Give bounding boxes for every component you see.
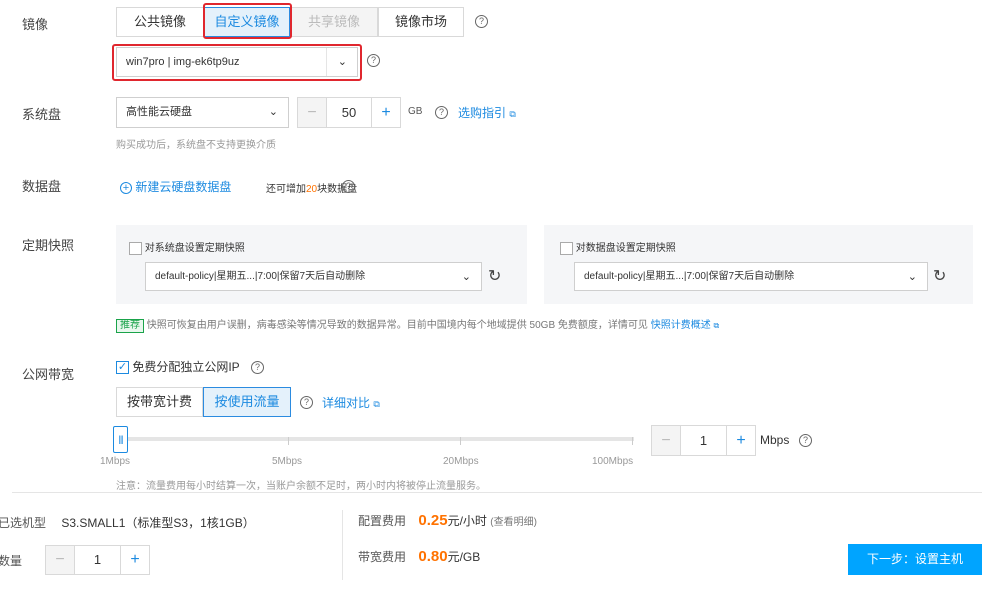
quantity-label: 数量 [0,554,23,568]
footer-column-divider [342,510,343,580]
bandwidth-fee: 带宽费用 0.80元/GB [358,548,480,565]
decrement-button[interactable]: − [46,546,75,574]
slider-tick-label: 20Mbps [443,456,479,467]
bandwidth-label: 公网带宽 [22,367,75,382]
system-snapshot-checkbox-label: 对系统盘设置定期快照 [144,243,245,254]
refresh-icon[interactable]: ↻ [933,266,946,286]
system-disk-type-value: 高性能云硬盘 [126,106,192,118]
highlight-box-image-select [112,44,362,81]
bandwidth-slider-track[interactable] [116,437,634,441]
config-fee-price: 0.25 [418,512,448,529]
system-snapshot-checkbox-row[interactable]: 对系统盘设置定期快照 [129,239,245,255]
system-snapshot-checkbox[interactable] [129,241,142,255]
tab-shared-image[interactable]: 共享镜像 [290,7,378,37]
help-icon[interactable]: ? [251,361,264,374]
help-icon[interactable]: ? [342,180,355,193]
slider-tick-mark [460,437,461,445]
refresh-icon[interactable]: ↻ [488,266,501,286]
bandwidth-fee-price: 0.80 [418,548,448,565]
recommend-text: 快照可恢复由用户误删，病毒感染等情况导致的数据异常。目前中国境内每个地域提供 5… [146,320,648,331]
decrement-button[interactable]: − [652,426,681,455]
free-ip-checkbox[interactable]: ✓ [116,361,129,375]
snapshot-billing-link-label: 快照计费概述 [650,320,711,331]
bandwidth-stepper[interactable]: − 1 + [651,425,756,456]
config-fee-detail-link[interactable]: (查看明细) [490,517,537,528]
bandwidth-fee-unit: 元/GB [447,550,481,564]
snapshot-billing-link[interactable]: 快照计费概述 ⧉ [651,320,720,331]
tab-image-market[interactable]: 镜像市场 [378,7,464,37]
config-fee: 配置费用 0.25元/小时 (查看明细) [358,512,537,529]
bandwidth-value[interactable]: 1 [681,426,726,455]
help-icon[interactable]: ? [799,434,812,447]
highlight-box-custom-image [203,3,292,39]
external-link-icon: ⧉ [509,109,516,119]
add-data-disk-label: 新建云硬盘数据盘 [135,180,232,194]
selected-model-value: S3.SMALL1（标准型S3，1核1GB） [61,516,255,530]
help-icon[interactable]: ? [475,15,488,28]
remaining-count: 20 [306,184,318,195]
external-link-icon: ⧉ [373,399,380,409]
data-snapshot-policy-value: default-policy|星期五...|7:00|保留7天后自动删除 [584,271,795,282]
free-ip-checkbox-row[interactable]: ✓ 免费分配独立公网IP [116,358,240,375]
increment-button[interactable]: + [371,98,400,127]
chevron-down-icon: ⌄ [268,106,278,118]
next-step-button[interactable]: 下一步：设置主机 [848,544,982,575]
selected-model: 已选机型 S3.SMALL1（标准型S3，1核1GB） [0,514,338,531]
purchase-guide-link[interactable]: 选购指引 ⧉ [458,104,516,121]
increment-button[interactable]: + [120,546,149,574]
tab-billing-by-bandwidth[interactable]: 按带宽计费 [116,387,203,417]
data-snapshot-policy-select[interactable]: default-policy|星期五...|7:00|保留7天后自动删除 ⌄ [574,262,928,291]
footer-divider [12,492,982,493]
increment-button[interactable]: + [726,426,755,455]
free-ip-label: 免费分配独立公网IP [132,360,240,374]
slider-tick-mark [632,437,633,445]
slider-tick-mark [288,437,289,445]
chevron-down-icon: ⌄ [907,271,917,283]
data-snapshot-checkbox-row[interactable]: 对数据盘设置定期快照 [560,239,676,255]
data-snapshot-checkbox[interactable] [560,241,573,255]
snapshot-label: 定期快照 [22,238,75,253]
remaining-prefix: 还可增加 [266,184,306,195]
system-disk-unit: GB [408,106,423,117]
add-data-disk-link[interactable]: + 新建云硬盘数据盘 [120,178,231,195]
image-label: 镜像 [22,17,49,32]
snapshot-recommendation: 推荐 快照可恢复由用户误删，病毒感染等情况导致的数据异常。目前中国境内每个地域提… [116,316,719,333]
slider-tick-label: 5Mbps [272,456,303,467]
slider-tick-label: 100Mbps [592,456,634,467]
data-snapshot-panel: 对数据盘设置定期快照 default-policy|星期五...|7:00|保留… [544,225,973,304]
system-snapshot-policy-select[interactable]: default-policy|星期五...|7:00|保留7天后自动删除 ⌄ [145,262,482,291]
help-icon[interactable]: ? [300,396,313,409]
quantity-value[interactable]: 1 [75,546,120,574]
config-fee-label: 配置费用 [358,514,407,528]
system-disk-size-stepper[interactable]: − 50 + [297,97,401,128]
bandwidth-unit: Mbps [760,433,790,447]
system-snapshot-panel: 对系统盘设置定期快照 default-policy|星期五...|7:00|保留… [116,225,527,304]
detail-compare-link[interactable]: 详细对比 ⧉ [322,394,380,411]
plus-circle-icon: + [120,181,132,194]
help-icon[interactable]: ? [367,54,380,67]
bandwidth-fee-label: 带宽费用 [358,550,407,564]
system-disk-size-value[interactable]: 50 [327,98,371,127]
slider-tick-label: 1Mbps [100,456,131,467]
chevron-down-icon: ⌄ [461,271,471,283]
decrement-button[interactable]: − [298,98,327,127]
system-disk-type-select[interactable]: 高性能云硬盘 ⌄ [116,97,289,128]
tab-billing-by-traffic[interactable]: 按使用流量 [203,387,291,417]
selected-model-label: 已选机型 [0,516,47,530]
recommend-badge: 推荐 [116,319,144,333]
config-fee-unit: 元/小时 [447,514,487,528]
quantity-stepper[interactable]: − 1 + [45,545,150,575]
system-disk-note: 购买成功后，系统盘不支持更换介质 [116,140,276,151]
data-disk-label: 数据盘 [22,179,62,194]
external-link-icon: ⧉ [713,321,720,330]
tab-public-image[interactable]: 公共镜像 [116,7,204,37]
bandwidth-slider-handle[interactable]: ||| [113,426,128,453]
bandwidth-note: 注意：流量费用每小时结算一次，当账户余额不足时，两小时内将被停止流量服务。 [116,481,486,492]
help-icon[interactable]: ? [435,106,448,119]
purchase-guide-link-label: 选购指引 [458,106,507,120]
detail-compare-link-label: 详细对比 [322,396,371,410]
system-snapshot-policy-value: default-policy|星期五...|7:00|保留7天后自动删除 [155,271,366,282]
data-snapshot-checkbox-label: 对数据盘设置定期快照 [575,243,676,254]
system-disk-label: 系统盘 [22,107,62,122]
